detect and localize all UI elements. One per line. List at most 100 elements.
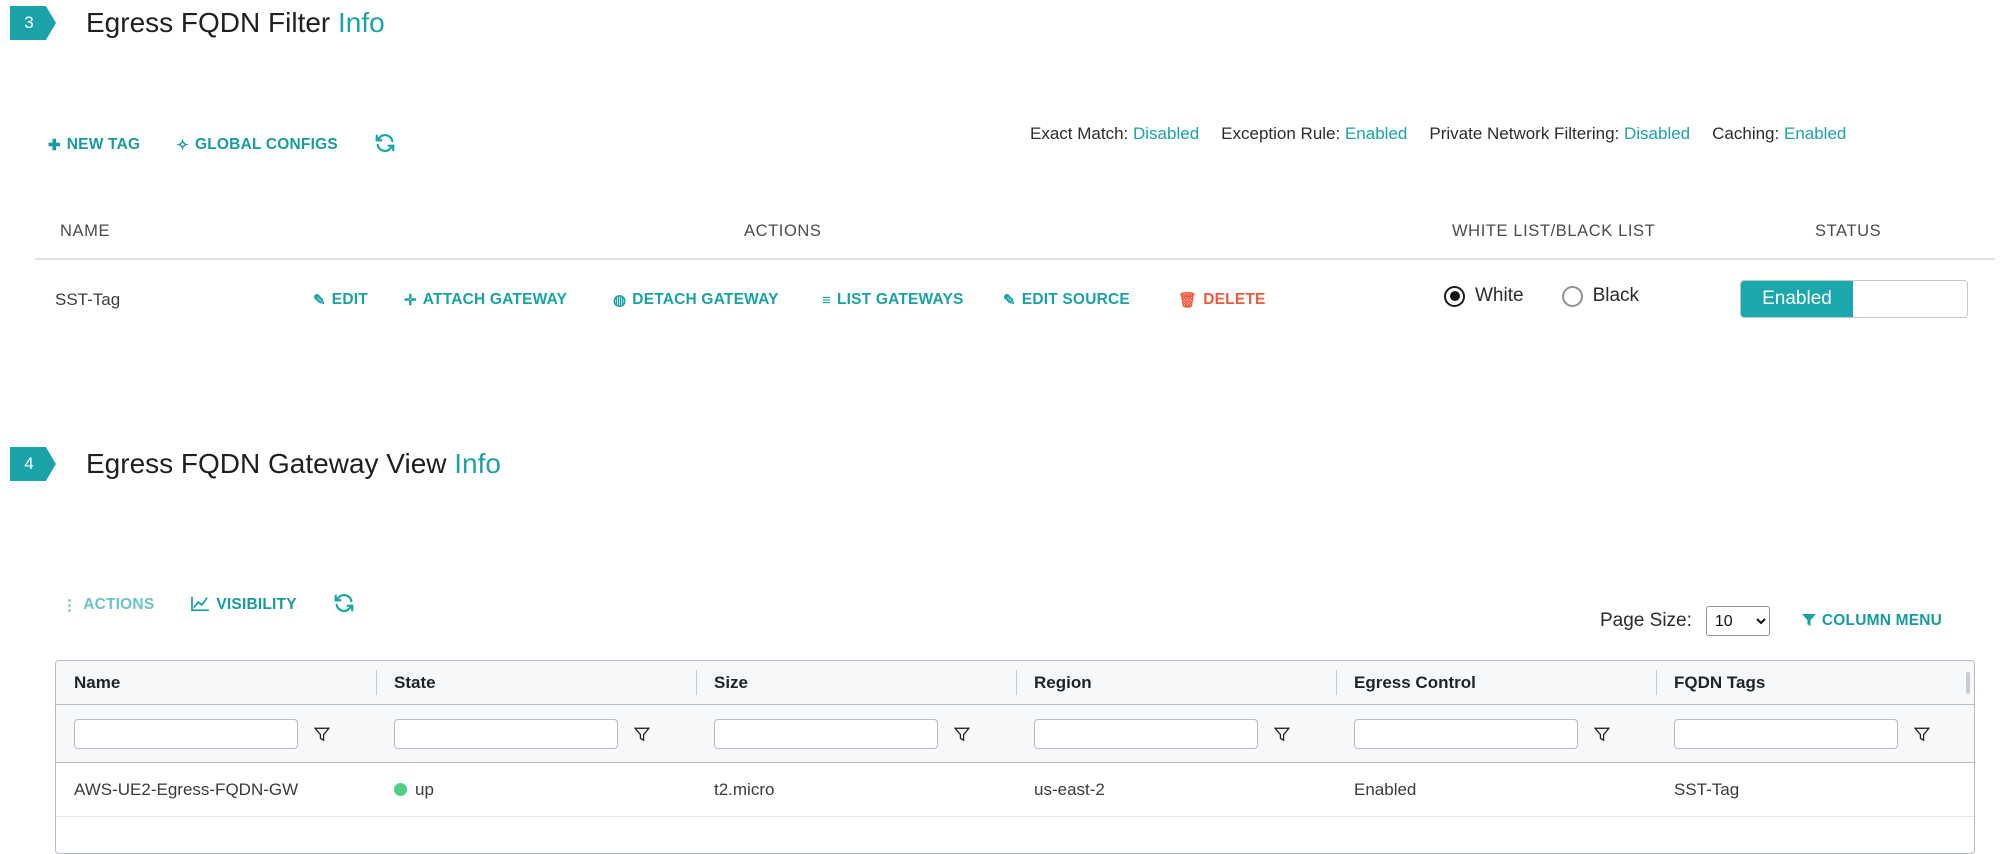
toolbar-gateway-view: ⋮ ACTIONS VISIBILITY: [62, 592, 355, 618]
global-configs-button[interactable]: ✧ GLOBAL CONFIGS: [176, 136, 338, 154]
section-header-gateway-view: 4 Egress FQDN Gateway View Info: [10, 447, 501, 481]
filter-input-size[interactable]: [714, 718, 938, 749]
visibility-button[interactable]: VISIBILITY: [190, 596, 297, 615]
filter-funnel-icon-size[interactable]: [953, 726, 971, 742]
grid-column-header-region[interactable]: Region: [1016, 661, 1336, 704]
filter-input-egress-control[interactable]: [1354, 718, 1578, 749]
radio-white[interactable]: [1444, 285, 1465, 307]
filter-funnel-icon-state[interactable]: [633, 726, 651, 742]
attach-gateway-action[interactable]: ✛ ATTACH GATEWAY: [404, 291, 567, 309]
info-link-fqdn-filter[interactable]: Info: [338, 7, 385, 38]
list-icon: ≡: [822, 291, 831, 309]
filter-funnel-icon-region[interactable]: [1273, 726, 1291, 742]
status-exact-match: Exact Match: Disabled: [1030, 124, 1199, 144]
gear-icon: ✧: [176, 136, 189, 154]
new-tag-button[interactable]: ✚ NEW TAG: [48, 136, 140, 154]
grid-header-row: Name State Size Region Egress Control FQ…: [56, 661, 1974, 705]
status-exact-match-value[interactable]: Disabled: [1133, 124, 1199, 143]
status-exact-match-label: Exact Match:: [1030, 124, 1129, 143]
filter-input-region[interactable]: [1034, 718, 1258, 749]
page-size-control: Page Size: 102050100 COLUMN MENU: [1600, 606, 1942, 636]
radio-white-label: White: [1475, 285, 1524, 306]
gateway-actions-label: ACTIONS: [83, 596, 155, 613]
cell-name: AWS-UE2-Egress-FQDN-GW: [74, 779, 299, 799]
grid-scroll-indicator[interactable]: [1966, 672, 1970, 694]
cell-egress-control: Enabled: [1354, 779, 1417, 799]
delete-action-label: DELETE: [1203, 291, 1266, 308]
page-size-select[interactable]: 102050100: [1705, 606, 1770, 636]
kebab-menu-icon: ⋮: [62, 596, 78, 614]
column-menu-label: COLUMN MENU: [1821, 612, 1943, 629]
edit-action-label: EDIT: [331, 291, 368, 308]
page-size-label: Page Size:: [1600, 610, 1692, 631]
grid-filter-egress-control: [1336, 718, 1656, 749]
status-toggle-off-area[interactable]: [1853, 281, 1967, 317]
filter-input-name[interactable]: [74, 718, 298, 749]
column-header-white-black-list: WHITE LIST/BLACK LIST: [1452, 222, 1656, 240]
radio-black[interactable]: [1561, 285, 1583, 307]
chart-line-icon: [190, 596, 210, 615]
cell-size: t2.micro: [714, 779, 775, 799]
edit-source-action[interactable]: ✎ EDIT SOURCE: [1003, 291, 1130, 309]
filter-input-fqdn-tags[interactable]: [1674, 718, 1898, 749]
section-header-fqdn-filter: 3 Egress FQDN Filter Info: [10, 6, 385, 40]
grid-filter-name: [56, 718, 376, 749]
table-row[interactable]: AWS-UE2-Egress-FQDN-GW up t2.micro us-ea…: [56, 763, 1974, 817]
new-tag-label: NEW TAG: [66, 136, 141, 153]
grid-filter-region: [1016, 718, 1336, 749]
gateway-actions-button[interactable]: ⋮ ACTIONS: [62, 596, 154, 614]
page-title-gateway-view: Egress FQDN Gateway View Info: [86, 448, 501, 480]
filter-input-state[interactable]: [394, 718, 618, 749]
visibility-label: VISIBILITY: [216, 596, 297, 613]
info-link-gateway-view[interactable]: Info: [454, 448, 501, 479]
column-header-actions: ACTIONS: [744, 222, 822, 240]
grid-filter-fqdn-tags: [1656, 718, 1974, 749]
page-root: 3 Egress FQDN Filter Info ✚ NEW TAG ✧ GLOB…: [0, 0, 2000, 854]
page-title-fqdn-filter: Egress FQDN Filter Info: [86, 7, 385, 39]
status-exception-rule: Exception Rule: Enabled: [1221, 124, 1407, 144]
status-private-network-filtering-value[interactable]: Disabled: [1624, 124, 1690, 143]
tag-name-cell: SST-Tag: [55, 290, 121, 309]
column-menu-button[interactable]: COLUMN MENU: [1801, 612, 1943, 630]
status-exception-rule-value[interactable]: Enabled: [1345, 124, 1407, 143]
filter-funnel-icon: [1801, 613, 1816, 630]
list-gateways-action[interactable]: ≡ LIST GATEWAYS: [822, 291, 964, 309]
section-title-text-gateway: Egress FQDN Gateway View: [86, 448, 447, 479]
refresh-icon[interactable]: [333, 592, 355, 618]
column-header-status: STATUS: [1815, 222, 1882, 240]
status-caching: Caching: Enabled: [1712, 124, 1846, 144]
grid-filter-row: [56, 705, 1974, 763]
grid-column-header-name[interactable]: Name: [56, 661, 376, 704]
gateway-grid: Name State Size Region Egress Control FQ…: [55, 660, 1975, 854]
detach-gateway-action-label: DETACH GATEWAY: [632, 291, 779, 308]
grid-column-header-size[interactable]: Size: [696, 661, 1016, 704]
filter-funnel-icon-fqdn-tags[interactable]: [1913, 726, 1931, 742]
cell-state-label: up: [415, 779, 434, 799]
step-badge-4: 4: [10, 447, 56, 481]
filter-funnel-icon-egress-control[interactable]: [1593, 726, 1611, 742]
attach-gateway-action-label: ATTACH GATEWAY: [422, 291, 568, 308]
radio-white-dot: [1449, 291, 1460, 301]
edit-icon: ✎: [1003, 291, 1016, 309]
edit-source-action-label: EDIT SOURCE: [1021, 291, 1130, 308]
step-badge-3: 3: [10, 6, 56, 40]
status-private-network-filtering-label: Private Network Filtering:: [1429, 124, 1620, 143]
grid-column-header-fqdn-tags[interactable]: FQDN Tags: [1656, 661, 1974, 704]
status-caching-label: Caching:: [1712, 124, 1780, 143]
delete-action[interactable]: 🗑 DELETE: [1178, 291, 1266, 309]
toolbar-fqdn-filter: ✚ NEW TAG ✧ GLOBAL CONFIGS: [48, 132, 396, 158]
edit-icon: ✎: [313, 291, 326, 309]
grid-column-header-state[interactable]: State: [376, 661, 696, 704]
plus-circle-icon: ✛: [404, 291, 417, 309]
filter-funnel-icon-name[interactable]: [313, 726, 331, 742]
column-header-name: NAME: [60, 222, 111, 240]
radio-black-label: Black: [1592, 285, 1640, 306]
status-toggle[interactable]: Enabled: [1740, 280, 1968, 318]
refresh-icon[interactable]: [374, 132, 396, 158]
grid-column-header-egress-control[interactable]: Egress Control: [1336, 661, 1656, 704]
cell-fqdn-tags: SST-Tag: [1674, 779, 1740, 799]
status-toggle-on-label: Enabled: [1741, 281, 1853, 317]
detach-gateway-action[interactable]: ◍ DETACH GATEWAY: [613, 291, 779, 309]
edit-action[interactable]: ✎ EDIT: [313, 291, 368, 309]
status-caching-value[interactable]: Enabled: [1784, 124, 1846, 143]
